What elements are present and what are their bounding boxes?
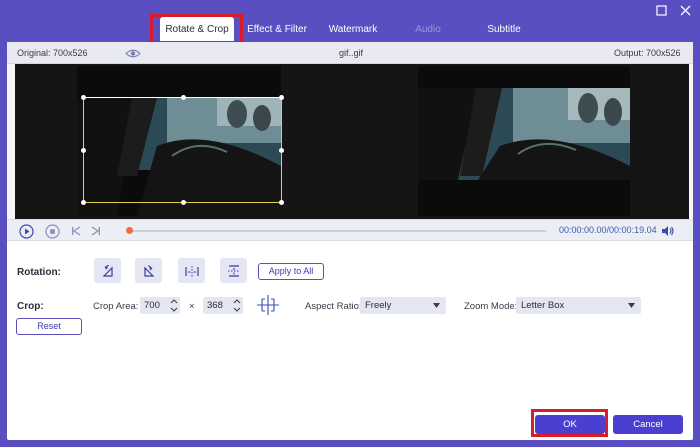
editor-panel: Original: 700x526 gif..gif Output: 700x5… [7, 42, 693, 440]
crop-height-stepper-icon[interactable] [233, 297, 241, 314]
flip-vertical-icon [227, 264, 240, 277]
window-controls [654, 3, 692, 17]
tab-rotate-crop[interactable]: Rotate & Crop [160, 17, 234, 42]
flip-horizontal-icon [184, 265, 199, 277]
crop-handle-tr[interactable] [279, 95, 284, 100]
crop-handle-t[interactable] [181, 95, 186, 100]
zoom-mode-select[interactable]: Letter Box [516, 297, 641, 314]
crop-handle-tl[interactable] [81, 95, 86, 100]
zoom-mode-value: Letter Box [521, 300, 565, 311]
aspect-ratio-label: Aspect Ratio: [305, 301, 362, 312]
rotate-left-button[interactable] [94, 258, 121, 283]
tab-watermark[interactable]: Watermark [322, 19, 384, 41]
output-scene-image [418, 66, 630, 216]
volume-icon[interactable] [661, 225, 675, 240]
ok-button[interactable]: OK [535, 415, 605, 434]
aspect-ratio-value: Freely [365, 300, 392, 311]
crop-label: Crop: [17, 301, 44, 312]
tab-audio[interactable]: Audio [408, 19, 448, 41]
flip-horizontal-button[interactable] [178, 258, 205, 283]
aspect-ratio-select[interactable]: Freely [360, 297, 446, 314]
rotate-right-icon [143, 265, 154, 277]
stop-icon[interactable] [45, 224, 60, 242]
apply-to-all-button[interactable]: Apply to All [258, 263, 324, 280]
output-size: Output: 700x526 [614, 48, 681, 58]
original-preview [15, 64, 348, 219]
crop-width-value: 700 [144, 300, 160, 311]
crop-handle-l[interactable] [81, 148, 86, 153]
crop-handle-r[interactable] [279, 148, 284, 153]
playback-bar: 00:00:00.00/00:00:19.04 [7, 219, 693, 241]
cancel-button[interactable]: Cancel [613, 415, 683, 434]
crop-handle-br[interactable] [279, 200, 284, 205]
output-video-frame [418, 66, 630, 216]
close-icon[interactable] [678, 3, 692, 17]
rotation-label: Rotation: [17, 267, 61, 278]
rotate-right-button[interactable] [135, 258, 162, 283]
preview-area [7, 64, 693, 219]
playback-time: 00:00:00.00/00:00:19.04 [559, 225, 657, 235]
play-icon[interactable] [19, 224, 34, 242]
info-bar: Original: 700x526 gif..gif Output: 700x5… [7, 42, 693, 64]
crop-rectangle[interactable] [81, 95, 284, 205]
eye-icon[interactable] [125, 48, 141, 61]
original-size: Original: 700x526 [17, 48, 88, 58]
previous-frame-icon[interactable] [71, 226, 81, 239]
crop-height-input[interactable]: 368 [203, 297, 243, 314]
flip-vertical-button[interactable] [220, 258, 247, 283]
tab-bar: Rotate & Crop Effect & Filter Watermark … [0, 17, 700, 42]
crop-handle-b[interactable] [181, 200, 186, 205]
tab-subtitle[interactable]: Subtitle [478, 19, 530, 41]
times-sign: × [189, 301, 195, 312]
crop-handle-bl[interactable] [81, 200, 86, 205]
crop-width-stepper-icon[interactable] [170, 297, 178, 314]
maximize-icon[interactable] [654, 3, 668, 17]
center-crop-icon[interactable] [256, 294, 280, 319]
output-preview [348, 64, 689, 219]
chevron-down-icon [628, 303, 635, 308]
playhead[interactable] [126, 227, 133, 234]
file-name: gif..gif [339, 48, 364, 58]
crop-height-value: 368 [207, 300, 223, 311]
crop-area-label: Crop Area: [93, 301, 139, 312]
chevron-down-icon [433, 303, 440, 308]
zoom-mode-label: Zoom Mode: [464, 301, 518, 312]
progress-track[interactable] [128, 230, 546, 232]
rotate-left-icon [102, 264, 113, 277]
crop-width-input[interactable]: 700 [140, 297, 180, 314]
next-frame-icon[interactable] [91, 226, 101, 239]
reset-button[interactable]: Reset [16, 318, 82, 335]
tab-effect-filter[interactable]: Effect & Filter [244, 19, 310, 41]
